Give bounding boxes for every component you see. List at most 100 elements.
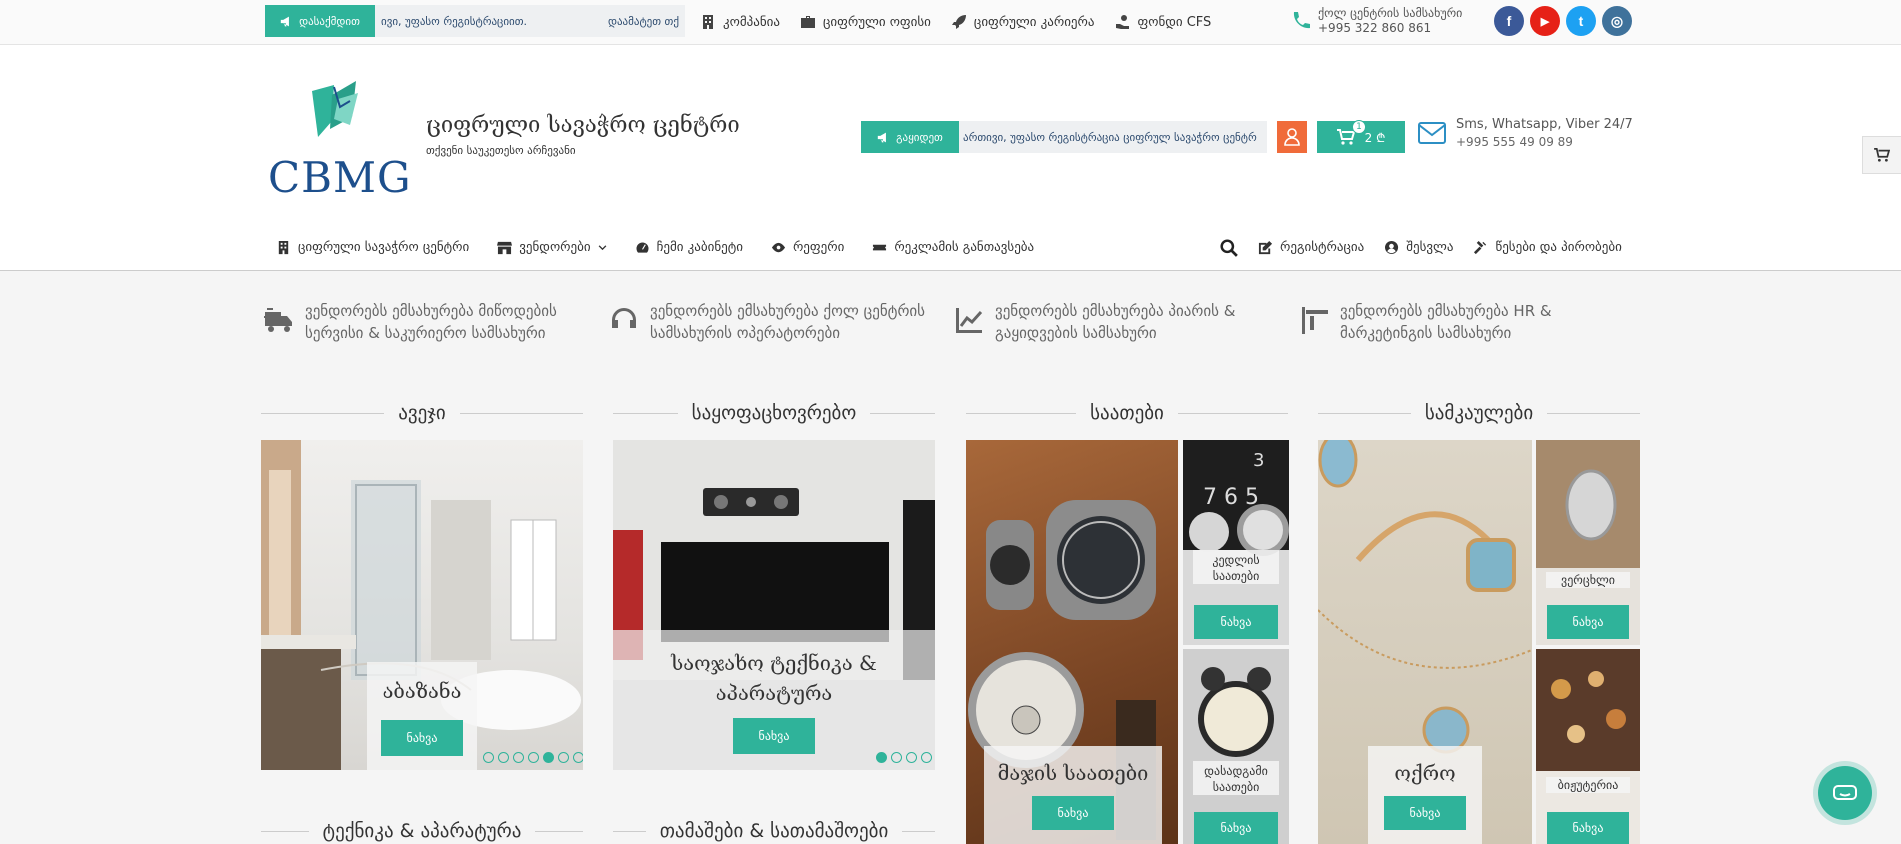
contact-title: Sms, Whatsapp, Viber 24/7 [1456,117,1633,132]
logo-text: CBMG [268,153,412,202]
slider-dot[interactable] [573,752,583,763]
view-button[interactable]: ნახვა [1194,812,1278,844]
account-button[interactable] [1277,121,1307,153]
facebook-icon[interactable]: f [1494,6,1524,36]
top-link-digital-career[interactable]: ციფრული კარიერა [951,14,1095,30]
start-work-label: დასაქმდით [299,14,360,28]
slider-dot[interactable] [543,752,554,763]
nav-item-label: ციფრული სავაჭრო ცენტრი [298,240,470,255]
nav-item-digital-center[interactable]: ციფრული სავაჭრო ცენტრი [276,240,469,255]
sell-button[interactable]: გაყიდეთ [861,121,959,153]
nav-item-vendors[interactable]: ვენდორები [497,240,606,255]
category-title: თამაშები & სათამაშოები [659,820,889,842]
messenger-contact[interactable]: Sms, Whatsapp, Viber 24/7 +995 555 49 09… [1418,117,1633,149]
slider-dots [876,752,932,763]
category-heading-jewelry: სამკაულები [1318,398,1641,428]
category-heading-games-toys: თამაშები & სათამაშოები [613,816,935,844]
feature-line: სამსახურის ოპერატორები [650,324,840,342]
nav-item-register[interactable]: რეგისტრაცია [1258,240,1364,255]
tile-caption-text: ოქრო [1394,761,1456,785]
slider-dot[interactable] [528,752,539,763]
search-button[interactable] [1220,238,1238,257]
view-button[interactable]: ნახვა [1032,796,1114,830]
top-bar: დასაქმდით ივი, უფასო რეგისტრაციით. დაამა… [0,0,1901,45]
slider-dot[interactable] [483,752,494,763]
start-work-button[interactable]: დასაქმდით [265,5,375,37]
slider-dot[interactable] [906,752,917,763]
slider-dots [483,752,583,763]
tile-caption: მაჯის საათები ნახვა [984,746,1162,844]
building-icon [703,15,713,29]
slider-dot[interactable] [558,752,569,763]
slider-dot[interactable] [498,752,509,763]
chevron-down-icon [598,245,606,251]
search-icon [1220,238,1238,257]
feature-pr-sales: ვენდორებს ემსახურება პიარის & გაყიდვების … [953,300,1298,344]
gavel-icon [1474,240,1487,255]
view-button[interactable]: ნახვა [1547,812,1629,844]
mini-caption: კედლის საათები [1193,550,1279,584]
instagram-icon[interactable]: ◎ [1602,6,1632,36]
category-title: საყოფაცხოვრებო [691,402,857,424]
category-heading-household: საყოფაცხოვრებო [613,398,935,428]
view-button[interactable]: ნახვა [1384,796,1466,830]
youtube-icon[interactable]: ▶ [1530,6,1560,36]
cart-total: 2 ₾ [1364,130,1386,145]
view-button[interactable]: ნახვა [733,718,815,754]
slider-dot[interactable] [891,752,902,763]
category-tile-bathroom[interactable]: აბაზანა ნახვა [261,440,583,770]
mini-caption: ვერცხლი [1546,572,1630,588]
slider-dot[interactable] [876,752,887,763]
feature-callcenter: ვენდორებს ემსახურება ქოლ ცენტრის სამსახურ… [608,300,953,344]
tile-caption-text: აბაზანა [382,679,462,703]
category-tile-appliances[interactable]: საოჯახო ტექნიკა & აპარატურა ნახვა [613,440,935,770]
slider-dot[interactable] [921,752,932,763]
nav-item-my-cabinet[interactable]: ჩემი კაბინეტი [634,240,743,255]
nav-item-login[interactable]: შესვლა [1384,240,1453,255]
tile-caption: საოჯახო ტექნიკა & აპარატურა ნახვა [613,630,935,770]
nav-item-advertising[interactable]: რეკლამის განთავსება [872,240,1034,255]
nav-item-label: წესები და პირობები [1495,240,1622,255]
mini-caption: ბიჟუტერია [1546,777,1630,793]
service-features: ვენდორებს ემსახურება მიწოდების სერვისი & … [263,300,1643,344]
category-heading-watches: საათები [966,398,1289,428]
tile-caption-text: საოჯახო ტექნიკა & აპარატურა [671,651,877,705]
top-link-label: კომპანია [723,14,780,30]
chat-button[interactable] [1818,766,1872,820]
feature-line: ვენდორებს ემსახურება მიწოდების [305,302,557,320]
category-tile-table-clocks[interactable]: დასადგამი საათები ნახვა [1183,649,1289,844]
top-link-fund-cfs[interactable]: ფონდი CFS [1115,14,1211,30]
main-nav: ციფრული სავაჭრო ცენტრი ვენდორები ჩემი კა… [0,225,1901,271]
slider-dot[interactable] [513,752,524,763]
tile-caption-text: მაჯის საათები [997,761,1149,785]
twitter-icon[interactable]: t [1566,6,1596,36]
category-tile-silver[interactable]: ვერცხლი ნახვა [1536,440,1640,645]
category-tile-wall-clocks[interactable]: 7 6 5 3 კედლის საათები ნახვა [1183,440,1289,645]
tile-caption: ოქრო ნახვა [1368,746,1482,844]
cart-icon [1874,148,1890,162]
nav-item-referrer[interactable]: რეფერი [771,240,844,255]
view-button[interactable]: ნახვა [1194,605,1278,639]
dashboard-icon [634,241,650,254]
site-subtitle: თქვენი საუკეთესო არჩევანი [426,144,576,157]
megaphone-icon [280,16,290,26]
logo[interactable]: CBMG [268,81,411,202]
category-tile-bijouterie[interactable]: ბიჟუტერია ნახვა [1536,649,1640,844]
top-link-digital-office[interactable]: ციფრული ოფისი [800,14,931,30]
callcenter-contact[interactable]: ქოლ ცენტრის სამსახური +995 322 860 861 [1290,6,1462,36]
svg-text:3: 3 [1253,450,1264,471]
eye-icon [771,242,786,253]
feature-hr-marketing: ვენდორებს ემსახურება HR & მარკეტინგის სამ… [1298,300,1643,344]
side-cart-button[interactable] [1862,136,1901,174]
nav-item-terms[interactable]: წესები და პირობები [1473,240,1622,255]
category-tile-gold[interactable]: ოქრო ნახვა [1318,440,1532,844]
phone-icon [1293,12,1310,29]
category-heading-furniture: ავეჯი [261,398,583,428]
top-link-company[interactable]: კომპანია [700,14,780,30]
nav-item-label: რეკლამის განთავსება [894,240,1035,255]
view-button[interactable]: ნახვა [1547,605,1629,639]
category-tile-wristwatches[interactable]: მაჯის საათები ნახვა [966,440,1178,844]
view-button[interactable]: ნახვა [381,720,463,756]
rocket-icon [951,15,966,29]
cart-icon [1336,129,1355,145]
